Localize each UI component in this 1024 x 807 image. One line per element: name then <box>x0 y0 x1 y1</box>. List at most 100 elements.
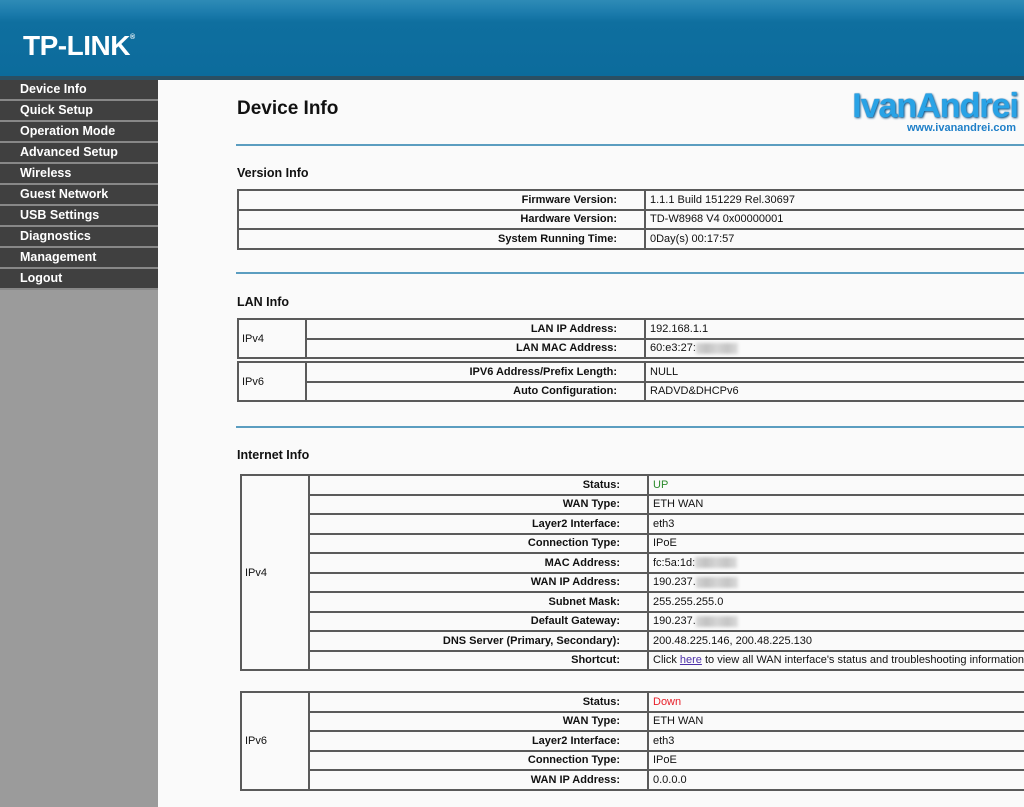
auto-configuration-value: RADVD&DHCPv6 <box>644 380 1024 402</box>
ipv6-status-value: Down <box>647 691 1024 713</box>
ipv6-wan-ip-label: WAN IP Address: <box>308 769 649 791</box>
table-row: IPv4 LAN IP Address: 192.168.1.1 <box>237 318 1024 359</box>
sidebar-item-operation-mode[interactable]: Operation Mode <box>0 122 158 143</box>
auto-configuration-label: Auto Configuration: <box>305 380 646 402</box>
table-row: Connection Type: IPoE <box>241 532 1024 554</box>
table-row: DNS Server (Primary, Secondary): 200.48.… <box>241 630 1024 652</box>
main-content: Device Info IvanAndrei www.ivanandrei.co… <box>158 80 1024 807</box>
ipv4-mac-address-cell: fc:5a:1d: <box>647 552 1024 574</box>
lan-ip-address-value: 192.168.1.1 <box>644 318 1024 340</box>
ipv6-layer2-interface-label: Layer2 Interface: <box>308 730 649 752</box>
shortcut-cell: Click here to view all WAN interface's s… <box>647 649 1024 671</box>
system-running-time-value: 0Day(s) 00:17:57 <box>644 228 1024 250</box>
watermark-logo: IvanAndrei www.ivanandrei.com <box>800 87 1019 144</box>
sidebar: Device Info Quick Setup Operation Mode A… <box>0 80 158 807</box>
tp-link-logo: TP-LINK® <box>23 30 135 62</box>
watermark-url: www.ivanandrei.com <box>906 122 1016 134</box>
ipv4-default-gateway-value: 190.237. <box>653 615 696 628</box>
system-running-time-label: System Running Time: <box>237 228 646 250</box>
section-title-lan-info: LAN Info <box>237 295 290 309</box>
table-row: Shortcut: Click here to view all WAN int… <box>241 649 1024 671</box>
ipv4-mac-address-label: MAC Address: <box>308 552 649 574</box>
lan-ip-address-label: LAN IP Address: <box>305 318 646 340</box>
ipv4-mac-address-value: fc:5a:1d: <box>653 556 696 569</box>
ipv6-wan-type-value: ETH WAN <box>647 710 1024 732</box>
redacted-blur <box>695 557 738 569</box>
internet-ipv4-table: IPv4 Status: UP WAN Type: ETH WAN Layer2… <box>240 474 1024 671</box>
table-row: Firmware Version: 1.1.1 Build 151229 Rel… <box>237 189 1024 211</box>
ipv6-wan-type-label: WAN Type: <box>308 710 649 732</box>
ipv4-connection-type-label: Connection Type: <box>308 532 649 554</box>
table-row: Layer2 Interface: eth3 <box>241 730 1024 752</box>
sidebar-item-diagnostics[interactable]: Diagnostics <box>0 227 158 248</box>
ipv6-connection-type-label: Connection Type: <box>308 749 649 771</box>
ipv4-status-label: Status: <box>308 474 649 496</box>
divider <box>236 144 1024 146</box>
ipv6-address-prefix-label: IPV6 Address/Prefix Length: <box>305 361 646 383</box>
ipv6-status-label: Status: <box>308 691 649 713</box>
lan-ipv6-group-label: IPv6 <box>237 361 307 402</box>
table-row: WAN IP Address: 0.0.0.0 <box>241 769 1024 791</box>
ipv4-layer2-interface-label: Layer2 Interface: <box>308 513 649 535</box>
ipv6-connection-type-value: IPoE <box>647 749 1024 771</box>
sidebar-item-usb-settings[interactable]: USB Settings <box>0 206 158 227</box>
ipv4-status-value: UP <box>647 474 1024 496</box>
table-row: Connection Type: IPoE <box>241 749 1024 771</box>
ipv4-wan-ip-label: WAN IP Address: <box>308 571 649 593</box>
ipv6-address-prefix-value: NULL <box>644 361 1024 383</box>
table-row: MAC Address: fc:5a:1d: <box>241 552 1024 574</box>
shortcut-label: Shortcut: <box>308 649 649 671</box>
ipv4-wan-ip-value: 190.237. <box>653 576 696 589</box>
ipv4-default-gateway-cell: 190.237. <box>647 610 1024 632</box>
shortcut-prefix: Click <box>653 654 680 667</box>
sidebar-item-guest-network[interactable]: Guest Network <box>0 185 158 206</box>
ipv4-connection-type-value: IPoE <box>647 532 1024 554</box>
logo-text: TP-LINK <box>23 30 130 61</box>
table-row: IPv6 IPV6 Address/Prefix Length: NULL <box>237 361 1024 402</box>
table-row: Auto Configuration: RADVD&DHCPv6 <box>238 380 1024 402</box>
ipv4-wan-ip-cell: 190.237. <box>647 571 1024 593</box>
ipv4-default-gateway-label: Default Gateway: <box>308 610 649 632</box>
version-info-table: Firmware Version: 1.1.1 Build 151229 Rel… <box>237 189 1024 250</box>
sidebar-item-quick-setup[interactable]: Quick Setup <box>0 101 158 122</box>
table-row: WAN IP Address: 190.237. <box>241 571 1024 593</box>
divider <box>236 426 1024 428</box>
table-row: Layer2 Interface: eth3 <box>241 513 1024 535</box>
ipv6-layer2-interface-value: eth3 <box>647 730 1024 752</box>
table-row: Hardware Version: TD-W8968 V4 0x00000001 <box>237 208 1024 230</box>
table-row: LAN MAC Address: 60:e3:27: <box>238 337 1024 359</box>
watermark-name: IvanAndrei <box>852 87 1019 125</box>
redacted-blur <box>695 615 738 627</box>
table-row: Default Gateway: 190.237. <box>241 610 1024 632</box>
ipv4-dns-server-value: 200.48.225.146, 200.48.225.130 <box>647 630 1024 652</box>
ipv6-wan-ip-value: 0.0.0.0 <box>647 769 1024 791</box>
ipv4-wan-type-value: ETH WAN <box>647 493 1024 515</box>
table-row: WAN Type: ETH WAN <box>241 710 1024 732</box>
lan-ipv6-table: IPv6 IPV6 Address/Prefix Length: NULL Au… <box>237 361 1024 402</box>
header-banner: TP-LINK® <box>0 0 1024 78</box>
sidebar-item-device-info[interactable]: Device Info <box>0 80 158 101</box>
sidebar-item-logout[interactable]: Logout <box>0 269 158 290</box>
sidebar-item-management[interactable]: Management <box>0 248 158 269</box>
hardware-version-value: TD-W8968 V4 0x00000001 <box>644 208 1024 230</box>
sidebar-item-wireless[interactable]: Wireless <box>0 164 158 185</box>
ipv4-layer2-interface-value: eth3 <box>647 513 1024 535</box>
table-row: WAN Type: ETH WAN <box>241 493 1024 515</box>
lan-mac-address-label: LAN MAC Address: <box>305 337 646 359</box>
lan-mac-address-cell: 60:e3:27: <box>644 337 1024 359</box>
lan-ipv4-table: IPv4 LAN IP Address: 192.168.1.1 LAN MAC… <box>237 318 1024 359</box>
ipv4-wan-type-label: WAN Type: <box>308 493 649 515</box>
internet-ipv6-group-label: IPv6 <box>240 691 310 791</box>
redacted-blur <box>695 342 738 354</box>
registered-mark: ® <box>129 34 135 41</box>
firmware-version-label: Firmware Version: <box>237 189 646 211</box>
table-row: System Running Time: 0Day(s) 00:17:57 <box>237 228 1024 250</box>
ipv4-subnet-mask-value: 255.255.255.0 <box>647 591 1024 613</box>
lan-mac-address-value: 60:e3:27: <box>650 342 696 355</box>
hardware-version-label: Hardware Version: <box>237 208 646 230</box>
wan-status-here-link[interactable]: here <box>680 654 702 666</box>
table-row: Subnet Mask: 255.255.255.0 <box>241 591 1024 613</box>
sidebar-item-advanced-setup[interactable]: Advanced Setup <box>0 143 158 164</box>
section-title-version-info: Version Info <box>237 166 309 180</box>
shortcut-suffix: to view all WAN interface's status and t… <box>701 654 1024 667</box>
